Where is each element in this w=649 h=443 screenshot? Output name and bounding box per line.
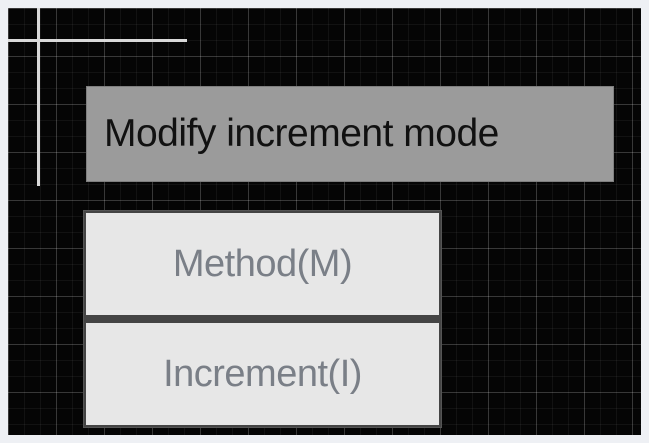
increment-option-label: Increment(I)	[163, 352, 362, 395]
prompt-title: Modify increment mode	[104, 112, 499, 155]
crosshair-vertical-line	[37, 8, 40, 186]
increment-option-button[interactable]: Increment(I)	[86, 323, 439, 425]
command-prompt-box: Modify increment mode	[86, 86, 614, 182]
method-option-label: Method(M)	[172, 242, 353, 285]
method-option-button[interactable]: Method(M)	[86, 213, 439, 315]
drawing-canvas[interactable]: Modify increment mode Method(M) Incremen…	[8, 8, 641, 435]
crosshair-horizontal-line	[8, 39, 187, 42]
dynamic-input-menu: Method(M) Increment(I)	[83, 210, 442, 428]
